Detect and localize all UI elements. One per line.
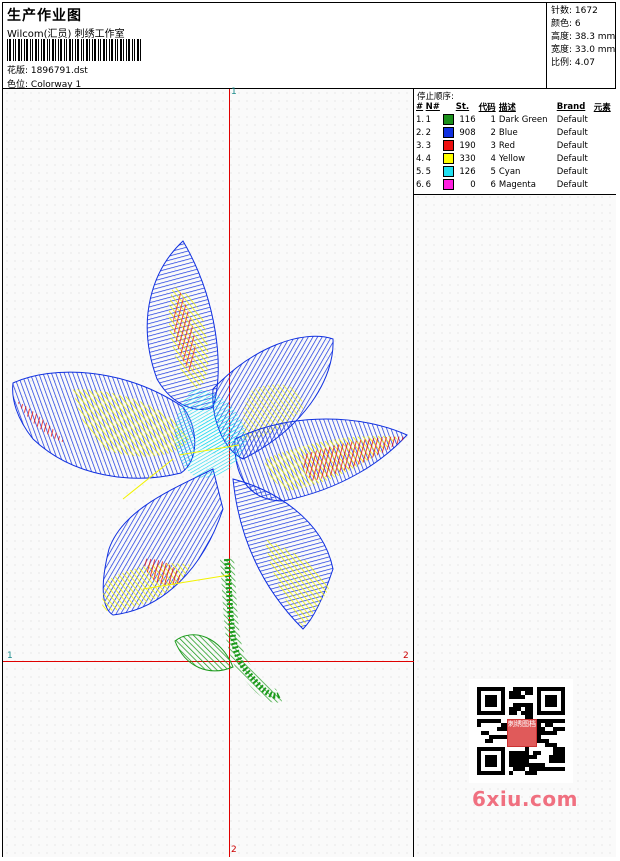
row-brand: Default xyxy=(556,179,588,190)
row-index: 2. xyxy=(416,127,425,138)
color-swatch xyxy=(442,140,454,151)
row-needle: 5 xyxy=(425,166,432,177)
row-needle: 4 xyxy=(425,153,432,164)
row-swatch xyxy=(442,113,456,126)
stat-width: 宽度: 33.0 mm xyxy=(551,45,616,55)
row-description: Yellow xyxy=(498,153,526,164)
stop-sequence-table: 停止顺序: # N# St. 代码 描述 Brand 元素 1. 1 116 1 Dar… xyxy=(414,89,616,195)
row-element xyxy=(594,139,614,152)
row-description: Magenta xyxy=(498,179,536,190)
row-index: 3. xyxy=(416,140,425,151)
color-row: 4. 4 330 4 Yellow Default xyxy=(416,152,614,165)
stat-scale: 比例: 4.07 xyxy=(551,58,595,68)
color-swatch xyxy=(442,179,454,190)
row-index: 5. xyxy=(416,166,425,177)
company-name: Wilcom(汇员) 刺绣工作室 xyxy=(7,29,125,40)
col-description: 描述 xyxy=(498,103,516,113)
col-stitches: St. xyxy=(455,102,470,112)
row-index: 4. xyxy=(416,153,425,164)
color-table: # N# St. 代码 描述 Brand 元素 1. 1 116 1 Dark Gree… xyxy=(416,101,614,191)
stat-colors: 颜色: 6 xyxy=(551,19,581,29)
col-needle: N# xyxy=(425,102,440,112)
row-brand: Default xyxy=(556,140,588,151)
col-index: # xyxy=(416,102,424,112)
col-code: 代码 xyxy=(478,103,496,113)
row-brand: Default xyxy=(556,166,588,177)
watermark-text: 6xiu.com xyxy=(472,787,578,811)
row-code: 4 xyxy=(490,153,496,164)
sheet-header: 生产作业图 Wilcom(汇员) 刺绣工作室 花版: 1896791.dst 色… xyxy=(3,3,615,90)
color-row: 6. 6 0 6 Magenta Default xyxy=(416,178,614,191)
row-brand: Default xyxy=(556,114,588,125)
row-code: 5 xyxy=(490,166,496,177)
design-file-label: 花版: xyxy=(7,66,29,76)
row-swatch xyxy=(442,165,456,178)
color-swatch xyxy=(442,153,454,164)
row-description: Blue xyxy=(498,127,518,138)
stat-height: 高度: 38.3 mm xyxy=(551,32,616,42)
row-needle: 6 xyxy=(425,179,432,190)
design-file-name: 1896791.dst xyxy=(30,66,88,76)
row-needle: 1 xyxy=(425,114,432,125)
row-element xyxy=(594,152,614,165)
color-row: 3. 3 190 3 Red Default xyxy=(416,139,614,152)
color-row: 1. 1 116 1 Dark Green Default xyxy=(416,113,614,126)
row-description: Dark Green xyxy=(498,114,548,125)
qr-code: 刺绣图档 xyxy=(469,679,573,783)
row-needle: 3 xyxy=(425,140,432,151)
row-swatch xyxy=(442,178,456,191)
row-stitches: 908 xyxy=(459,127,476,138)
row-needle: 2 xyxy=(425,127,432,138)
color-row: 5. 5 126 5 Cyan Default xyxy=(416,165,614,178)
design-canvas[interactable]: 1 1 2 2 xyxy=(3,87,414,857)
row-brand: Default xyxy=(556,153,588,164)
row-description: Red xyxy=(498,140,516,151)
design-file-line: 花版: 1896791.dst xyxy=(7,63,88,76)
row-swatch xyxy=(442,139,456,152)
row-stitches: 190 xyxy=(459,140,476,151)
row-code: 3 xyxy=(490,140,496,151)
col-element: 元素 xyxy=(593,103,611,113)
barcode xyxy=(7,39,141,61)
row-code: 2 xyxy=(490,127,496,138)
row-index: 6. xyxy=(416,179,425,190)
col-swatch xyxy=(443,101,456,113)
design-stats: 针数: 1672 颜色: 6 高度: 38.3 mm 宽度: 33.0 mm 比… xyxy=(546,3,615,89)
row-brand: Default xyxy=(556,127,588,138)
color-swatch xyxy=(442,127,454,138)
row-stitches: 330 xyxy=(459,153,476,164)
color-swatch xyxy=(442,166,454,177)
row-code: 1 xyxy=(490,114,496,125)
row-stitches: 126 xyxy=(459,166,476,177)
info-panel: 停止顺序: # N# St. 代码 描述 Brand 元素 1. 1 116 1 Dar… xyxy=(414,89,616,857)
row-index: 1. xyxy=(416,114,425,125)
color-swatch xyxy=(442,114,454,125)
qr-badge: 刺绣图档 xyxy=(507,719,537,747)
row-stitches: 0 xyxy=(470,179,476,190)
col-brand: Brand xyxy=(556,102,586,112)
stat-stitches: 针数: 1672 xyxy=(551,6,598,16)
row-element xyxy=(594,126,614,139)
row-element xyxy=(594,113,614,126)
row-code: 6 xyxy=(490,179,496,190)
row-stitches: 116 xyxy=(459,114,476,125)
row-element xyxy=(594,165,614,178)
row-swatch xyxy=(442,152,456,165)
sheet-title: 生产作业图 xyxy=(7,8,82,24)
color-row: 2. 2 908 2 Blue Default xyxy=(416,126,614,139)
row-swatch xyxy=(442,126,456,139)
embroidery-flower xyxy=(12,240,408,703)
row-description: Cyan xyxy=(498,166,521,177)
color-table-header: # N# St. 代码 描述 Brand 元素 xyxy=(416,101,614,113)
row-element xyxy=(594,178,614,191)
